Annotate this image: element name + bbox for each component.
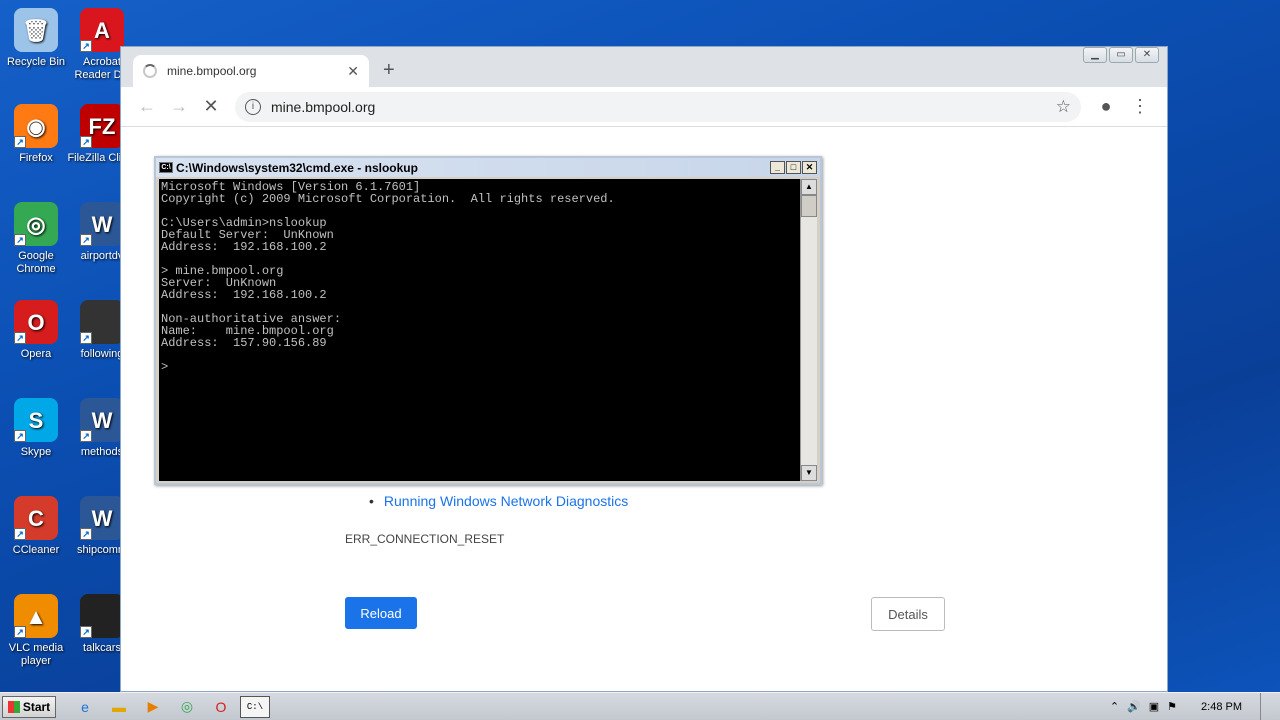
app-icon: A ↗ [80, 8, 124, 52]
taskbar-chrome-icon[interactable]: ◎ [172, 696, 202, 718]
desktop-icon-label: Firefox [19, 152, 53, 164]
cmd-scrollbar[interactable]: ▲ ▼ [800, 179, 817, 481]
desktop-icon[interactable]: C ↗ CCleaner [0, 496, 72, 557]
cmd-titlebar[interactable]: C:\ C:\Windows\system32\cmd.exe - nslook… [156, 158, 820, 177]
stop-button[interactable]: ✕ [195, 96, 227, 117]
cmd-title: C:\Windows\system32\cmd.exe - nslookup [176, 160, 418, 175]
shortcut-arrow-icon: ↗ [14, 430, 26, 442]
app-icon: ◎ ↗ [14, 202, 58, 246]
app-icon: W ↗ [80, 202, 124, 246]
bookmark-star-icon[interactable]: ☆ [1056, 97, 1071, 117]
desktop-icon-label: Skype [20, 446, 52, 458]
app-icon: ↗ [80, 594, 124, 638]
browser-toolbar: ← → ✕ i mine.bmpool.org ☆ ● ⋮ [121, 87, 1167, 127]
new-tab-button[interactable]: + [383, 59, 395, 82]
start-button[interactable]: Start [2, 695, 56, 718]
scroll-thumb[interactable] [801, 195, 817, 217]
minimize-button[interactable]: ▁ [1083, 47, 1107, 63]
desktop-icon-label: VLC media player [8, 642, 64, 667]
shortcut-arrow-icon: ↗ [14, 332, 26, 344]
reload-button[interactable]: Reload [345, 597, 417, 629]
address-bar[interactable]: i mine.bmpool.org ☆ [235, 91, 1081, 122]
details-button[interactable]: Details [871, 597, 945, 631]
shortcut-arrow-icon: ↗ [80, 136, 92, 148]
taskbar-opera-icon[interactable]: O [206, 696, 236, 718]
menu-icon[interactable]: ⋮ [1123, 96, 1157, 117]
desktop-icon[interactable]: ▲ ↗ VLC media player [0, 594, 72, 668]
profile-icon[interactable]: ● [1089, 96, 1123, 117]
taskbar: Start e ▬ ▶ ◎ O C:\ ⌃ 🔊 ▣ ⚑ 2:48 PM [0, 692, 1280, 720]
window-controls: ▁ ▭ ✕ [1083, 47, 1159, 63]
show-desktop-button[interactable] [1260, 692, 1272, 720]
address-url[interactable]: mine.bmpool.org [271, 99, 1056, 115]
cmd-maximize-button[interactable]: □ [786, 161, 801, 174]
network-icon[interactable]: ▣ [1149, 700, 1159, 713]
app-icon: S ↗ [14, 398, 58, 442]
site-info-icon[interactable]: i [245, 98, 261, 115]
shortcut-arrow-icon: ↗ [80, 528, 92, 540]
tab-active[interactable]: mine.bmpool.org ✕ [133, 55, 369, 87]
error-code: ERR_CONNECTION_RESET [345, 532, 505, 546]
cmd-minimize-button[interactable]: _ [770, 161, 785, 174]
cmd-output[interactable]: Microsoft Windows [Version 6.1.7601] Cop… [159, 179, 800, 481]
desktop-icon[interactable]: ◎ ↗ Google Chrome [0, 202, 72, 276]
shortcut-arrow-icon: ↗ [80, 626, 92, 638]
tab-title: mine.bmpool.org [167, 64, 257, 78]
desktop-icon[interactable]: 🗑 Recycle Bin [0, 8, 72, 69]
shortcut-arrow-icon: ↗ [14, 136, 26, 148]
volume-icon[interactable]: 🔊 [1127, 700, 1141, 713]
desktop-icon-label: Opera [20, 348, 52, 360]
shortcut-arrow-icon: ↗ [80, 234, 92, 246]
scroll-down-icon[interactable]: ▼ [801, 465, 817, 481]
shortcut-arrow-icon: ↗ [80, 430, 92, 442]
desktop-icon[interactable]: S ↗ Skype [0, 398, 72, 459]
desktop-icon-label: CCleaner [12, 544, 60, 556]
cmd-window: C:\ C:\Windows\system32\cmd.exe - nslook… [154, 156, 822, 485]
maximize-button[interactable]: ▭ [1109, 47, 1133, 63]
app-icon: ▲ ↗ [14, 594, 58, 638]
tray-expand-icon[interactable]: ⌃ [1110, 700, 1119, 713]
taskbar-cmd-icon[interactable]: C:\ [240, 695, 270, 718]
app-icon: C ↗ [14, 496, 58, 540]
scroll-up-icon[interactable]: ▲ [801, 179, 817, 195]
desktop-icon[interactable]: O ↗ Opera [0, 300, 72, 361]
desktop-icon-label: Google Chrome [16, 250, 56, 275]
tab-strip: mine.bmpool.org ✕ + ▁ ▭ ✕ [121, 47, 1167, 87]
desktop-icon-label: Recycle Bin [6, 56, 66, 68]
app-icon: W ↗ [80, 496, 124, 540]
app-icon: FZ ↗ [80, 104, 124, 148]
loading-spinner-icon [143, 64, 157, 78]
shortcut-arrow-icon: ↗ [80, 332, 92, 344]
network-diagnostics-link[interactable]: Running Windows Network Diagnostics [369, 493, 628, 509]
app-icon: ↗ [80, 300, 124, 344]
back-button[interactable]: ← [131, 96, 163, 117]
cmd-icon: C:\ [159, 162, 173, 173]
app-icon: O ↗ [14, 300, 58, 344]
windows-logo-icon [7, 700, 20, 713]
system-tray: ⌃ 🔊 ▣ ⚑ 2:48 PM [1110, 692, 1280, 720]
shortcut-arrow-icon: ↗ [14, 528, 26, 540]
app-icon: ◉ ↗ [14, 104, 58, 148]
shortcut-arrow-icon: ↗ [14, 626, 26, 638]
tab-close-icon[interactable]: ✕ [347, 63, 359, 80]
app-icon: 🗑 [14, 8, 58, 52]
close-window-button[interactable]: ✕ [1135, 47, 1159, 63]
shortcut-arrow-icon: ↗ [80, 40, 92, 52]
shortcut-arrow-icon: ↗ [14, 234, 26, 246]
desktop-icon[interactable]: ◉ ↗ Firefox [0, 104, 72, 165]
taskbar-explorer-icon[interactable]: ▬ [104, 696, 134, 718]
start-label: Start [22, 699, 51, 714]
forward-button[interactable]: → [163, 96, 195, 117]
action-center-icon[interactable]: ⚑ [1167, 700, 1177, 713]
clock[interactable]: 2:48 PM [1201, 701, 1242, 713]
taskbar-media-icon[interactable]: ▶ [138, 696, 168, 718]
cmd-close-button[interactable]: ✕ [802, 161, 817, 174]
taskbar-apps: e ▬ ▶ ◎ O C:\ [66, 695, 270, 718]
taskbar-ie-icon[interactable]: e [70, 696, 100, 718]
app-icon: W ↗ [80, 398, 124, 442]
